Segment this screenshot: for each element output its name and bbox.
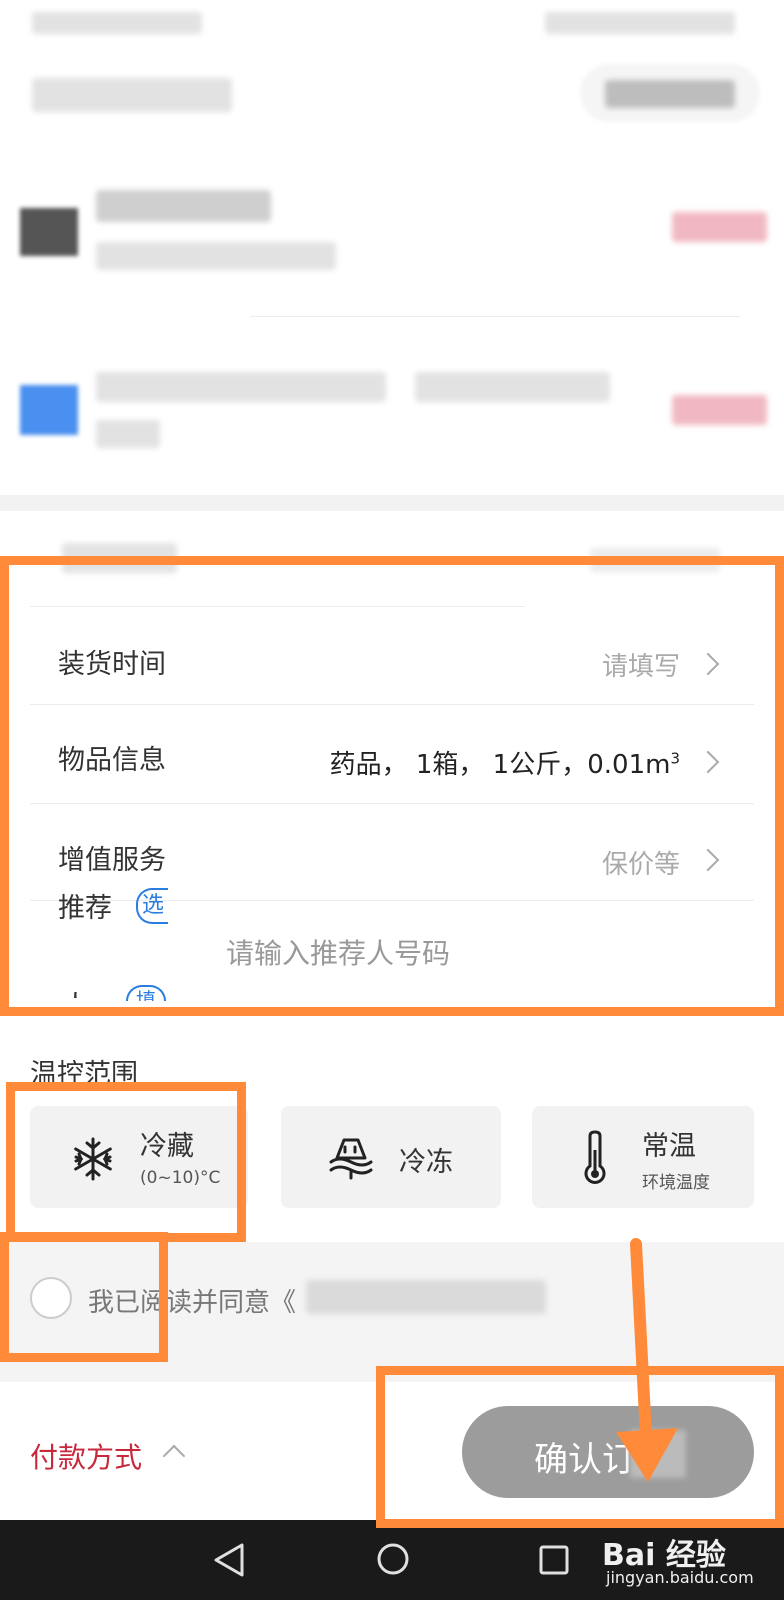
payment-method-toggle[interactable]: 付款方式	[30, 1436, 142, 1476]
blurred-agreement-link[interactable]	[306, 1280, 546, 1314]
temp-option-ambient-desc: 环境温度	[642, 1173, 710, 1193]
value-added-chevron-icon[interactable]	[696, 848, 720, 872]
home-icon[interactable]	[376, 1542, 410, 1576]
item-info-unit-sup: 3	[670, 749, 680, 768]
item-info-value[interactable]: 药品， 1箱， 1公斤，0.01m3	[330, 744, 680, 781]
payment-method-label: 付款方式	[30, 1441, 143, 1474]
referrer-label: 推荐	[58, 893, 112, 924]
form-divider-0	[30, 606, 525, 607]
temp-option-ambient-name: 常温	[642, 1131, 696, 1162]
section-gap	[0, 495, 784, 511]
blurred-route-left	[32, 78, 232, 112]
referrer-badge-optional: 选	[136, 888, 168, 924]
blurred-header-left	[32, 12, 202, 34]
agreement-text: 我已阅读并同意《	[88, 1288, 297, 1318]
item-info-label: 物品信息	[58, 745, 166, 776]
item-info-text: 药品， 1箱， 1公斤，0.01m	[329, 750, 671, 780]
thermometer-icon	[584, 1130, 606, 1184]
watermark-url: jingyan.baidu.com	[606, 1568, 754, 1587]
frozen-icon	[329, 1138, 373, 1180]
blurred-address-2-sub	[96, 420, 160, 448]
load-time-chevron-icon[interactable]	[696, 652, 720, 676]
load-time-value[interactable]: 请填写	[602, 646, 680, 683]
blurred-address-2b	[415, 372, 610, 402]
temperature-title: 温控范围	[30, 1059, 138, 1090]
temp-option-refrigerated[interactable]: 冷藏 (0~10)°C	[30, 1106, 248, 1208]
blurred-header-right	[545, 12, 735, 34]
temp-option-ambient[interactable]: 常温 环境温度	[532, 1106, 754, 1208]
blurred-address-1-sub	[96, 242, 336, 270]
android-nav-bar: Bai 经验 jingyan.baidu.com	[0, 1520, 784, 1600]
recents-icon[interactable]	[538, 1544, 570, 1576]
temp-option-frozen-name: 冷冻	[399, 1147, 453, 1178]
temp-option-refrigerated-range: (0~10)°C	[140, 1168, 221, 1188]
blurred-form-row-value	[590, 548, 720, 572]
blurred-tag-2	[672, 395, 767, 425]
referrer-badge-fill: 填	[126, 985, 166, 1001]
form-divider-2	[30, 803, 754, 804]
blurred-tag-1	[672, 212, 767, 242]
value-added-value[interactable]: 保价等	[602, 844, 680, 881]
blurred-form-row	[62, 543, 177, 573]
blurred-address-2	[96, 372, 386, 402]
snowflake-icon	[74, 1137, 112, 1181]
blurred-blue-icon	[20, 385, 78, 435]
arrow-annotation	[616, 1238, 678, 1482]
form-divider-1	[30, 704, 754, 705]
temp-option-refrigerated-name: 冷藏	[140, 1131, 194, 1162]
blurred-avatar	[20, 208, 78, 256]
blurred-route-pill-text	[605, 80, 735, 108]
back-icon[interactable]	[212, 1542, 246, 1578]
referrer-input[interactable]: 请输入推荐人号码	[226, 932, 450, 972]
item-info-chevron-icon[interactable]	[696, 750, 720, 774]
value-added-label: 增值服务	[58, 845, 166, 876]
temp-option-frozen[interactable]: 冷冻	[281, 1106, 501, 1208]
address-divider	[250, 316, 740, 317]
blurred-address-1	[96, 190, 271, 222]
load-time-label: 装货时间	[58, 649, 166, 680]
referrer-label-line2: 人	[62, 984, 89, 998]
agreement-checkbox[interactable]	[30, 1277, 72, 1319]
